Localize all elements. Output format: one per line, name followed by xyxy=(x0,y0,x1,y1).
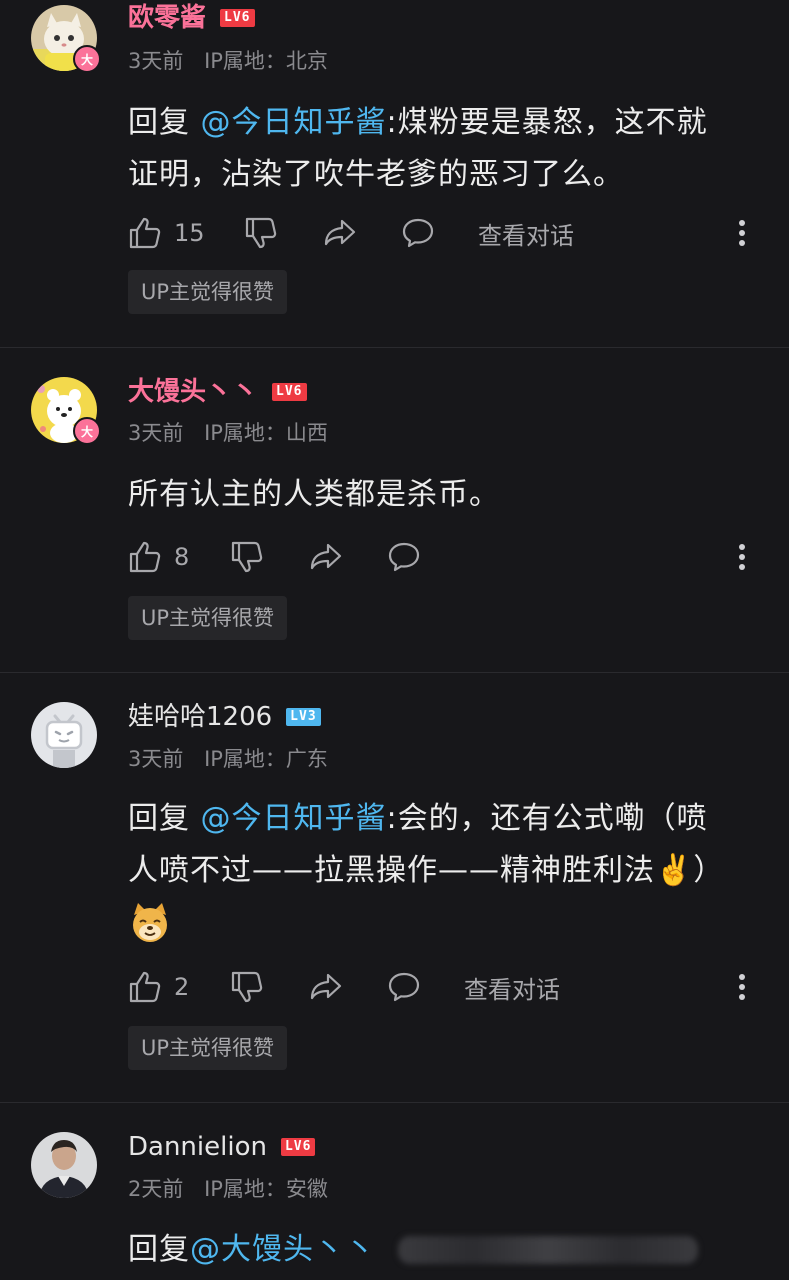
comment-time: 3天前 xyxy=(128,747,184,771)
comment-item: 大 大馒头丶丶 LV6 3天前 IP属地：山西 所有认主的人类都是杀币。 8 U… xyxy=(0,348,789,672)
like-button[interactable]: 8 xyxy=(128,540,230,574)
comment-meta: 2天前 IP属地：安徽 xyxy=(128,1176,342,1202)
comment-item: Dannielion LV6 2天前 IP属地：安徽 回复 @大馒头丶丶 xyxy=(0,1103,789,1280)
username-text[interactable]: 娃哈哈1206 xyxy=(128,702,272,732)
comment-body: 回复 @今日知乎酱:煤粉要是暴怒，这不就 证明，沾染了吹牛老爹的恶习了么。 xyxy=(128,97,758,201)
username[interactable]: 大馒头丶丶 LV6 xyxy=(128,377,307,407)
vip-badge: 大 xyxy=(73,45,101,73)
dislike-button[interactable] xyxy=(230,540,309,574)
thumbs-down-icon xyxy=(231,971,263,1003)
reply-button[interactable] xyxy=(387,970,464,1004)
thumbs-up-icon xyxy=(129,217,161,249)
thumbs-down-icon xyxy=(245,217,277,249)
comment-line: 所有认主的人类都是杀币。 xyxy=(128,477,500,512)
like-button[interactable]: 2 xyxy=(128,970,230,1004)
dislike-button[interactable] xyxy=(244,216,323,250)
username-text[interactable]: Dannielion xyxy=(128,1132,267,1162)
blurred-text xyxy=(398,1236,698,1264)
up-liked-tag: UP主觉得很赞 xyxy=(128,1026,288,1070)
like-count: 15 xyxy=(174,219,205,247)
ip-location: IP属地：北京 xyxy=(204,49,328,73)
more-options-icon[interactable] xyxy=(737,969,747,1005)
comment-line xyxy=(128,897,758,949)
username-text[interactable]: 欧零酱 xyxy=(128,3,206,33)
comment-body: 回复 @大馒头丶丶 xyxy=(128,1224,758,1276)
comment-line: 回复 @今日知乎酱:煤粉要是暴怒，这不就 xyxy=(128,97,758,149)
share-button[interactable] xyxy=(309,970,387,1004)
comment-line: 回复 @今日知乎酱:会的，还有公式嘞（喷 xyxy=(128,793,758,845)
comment-time: 2天前 xyxy=(128,1177,184,1201)
username[interactable]: 欧零酱 LV6 xyxy=(128,3,255,33)
comment-body: 回复 @今日知乎酱:会的，还有公式嘞（喷 人喷不过——拉黑操作——精神胜利法✌️… xyxy=(128,793,758,949)
mention-link[interactable]: @大馒头丶丶 xyxy=(190,1224,376,1276)
share-button[interactable] xyxy=(323,216,401,250)
comment-meta: 3天前 IP属地：北京 xyxy=(128,48,342,74)
comment-text: :会的，还有公式嘞（喷 xyxy=(386,801,708,836)
reply-button[interactable] xyxy=(387,540,421,574)
mention-link[interactable]: @今日知乎酱 xyxy=(201,105,387,140)
level-badge: LV6 xyxy=(272,383,307,401)
comment-bubble-icon xyxy=(388,542,420,572)
action-bar: 15 查看对话 xyxy=(128,213,758,253)
avatar[interactable]: 大 xyxy=(31,377,101,445)
comment-line: 回复 @大馒头丶丶 xyxy=(128,1224,758,1276)
reply-button[interactable] xyxy=(401,216,478,250)
view-conversation-link[interactable]: 查看对话 xyxy=(464,970,560,1005)
avatar[interactable]: 大 xyxy=(31,5,101,73)
ip-location: IP属地：山西 xyxy=(204,421,328,445)
username[interactable]: Dannielion LV6 xyxy=(128,1132,316,1162)
comment-item: 娃哈哈1206 LV3 3天前 IP属地：广东 回复 @今日知乎酱:会的，还有公… xyxy=(0,673,789,1103)
action-bar: 8 xyxy=(128,537,758,577)
thumbs-up-icon xyxy=(129,971,161,1003)
reply-prefix: 回复 xyxy=(128,1232,190,1267)
share-button[interactable] xyxy=(309,540,387,574)
comment-bubble-icon xyxy=(402,218,434,248)
up-liked-tag: UP主觉得很赞 xyxy=(128,270,288,314)
comment-time: 3天前 xyxy=(128,421,184,445)
share-icon xyxy=(310,973,342,1000)
like-count: 2 xyxy=(174,973,190,1001)
comment-bubble-icon xyxy=(388,972,420,1002)
share-icon xyxy=(324,219,356,246)
comment-text: :煤粉要是暴怒，这不就 xyxy=(386,105,708,140)
mention-link[interactable]: @今日知乎酱 xyxy=(201,801,387,836)
view-conversation-label[interactable]: 查看对话 xyxy=(464,970,560,1005)
comment-line: 人喷不过——拉黑操作——精神胜利法✌️） xyxy=(128,853,725,888)
comment-meta: 3天前 IP属地：山西 xyxy=(128,420,342,446)
doge-emoji-icon xyxy=(133,903,167,942)
person-avatar-image xyxy=(31,1132,97,1198)
username[interactable]: 娃哈哈1206 LV3 xyxy=(128,702,321,732)
reply-prefix: 回复 xyxy=(128,801,201,836)
ip-location: IP属地：广东 xyxy=(204,747,328,771)
comment-time: 3天前 xyxy=(128,49,184,73)
more-options-icon[interactable] xyxy=(737,215,747,251)
username-text[interactable]: 大馒头丶丶 xyxy=(128,377,258,407)
comment-item: 大 欧零酱 LV6 3天前 IP属地：北京 回复 @今日知乎酱:煤粉要是暴怒，这… xyxy=(0,0,789,346)
level-badge: LV3 xyxy=(286,708,321,726)
like-count: 8 xyxy=(174,543,190,571)
avatar[interactable] xyxy=(31,702,97,768)
action-bar: 2 查看对话 xyxy=(128,967,758,1007)
ip-location: IP属地：安徽 xyxy=(204,1177,328,1201)
comment-body: 所有认主的人类都是杀币。 xyxy=(128,469,758,521)
default-tv-avatar-image xyxy=(31,702,97,768)
vip-badge: 大 xyxy=(73,417,101,445)
dislike-button[interactable] xyxy=(230,970,309,1004)
comment-line: 证明，沾染了吹牛老爹的恶习了么。 xyxy=(128,157,624,192)
view-conversation-link[interactable]: 查看对话 xyxy=(478,216,574,251)
view-conversation-label[interactable]: 查看对话 xyxy=(478,216,574,251)
share-icon xyxy=(310,543,342,570)
thumbs-up-icon xyxy=(129,541,161,573)
up-liked-tag: UP主觉得很赞 xyxy=(128,596,288,640)
level-badge: LV6 xyxy=(280,1138,316,1156)
level-badge: LV6 xyxy=(220,9,255,27)
reply-prefix: 回复 xyxy=(128,105,201,140)
comment-meta: 3天前 IP属地：广东 xyxy=(128,746,342,772)
more-options-icon[interactable] xyxy=(737,539,747,575)
like-button[interactable]: 15 xyxy=(128,216,244,250)
thumbs-down-icon xyxy=(231,541,263,573)
avatar[interactable] xyxy=(31,1132,97,1198)
